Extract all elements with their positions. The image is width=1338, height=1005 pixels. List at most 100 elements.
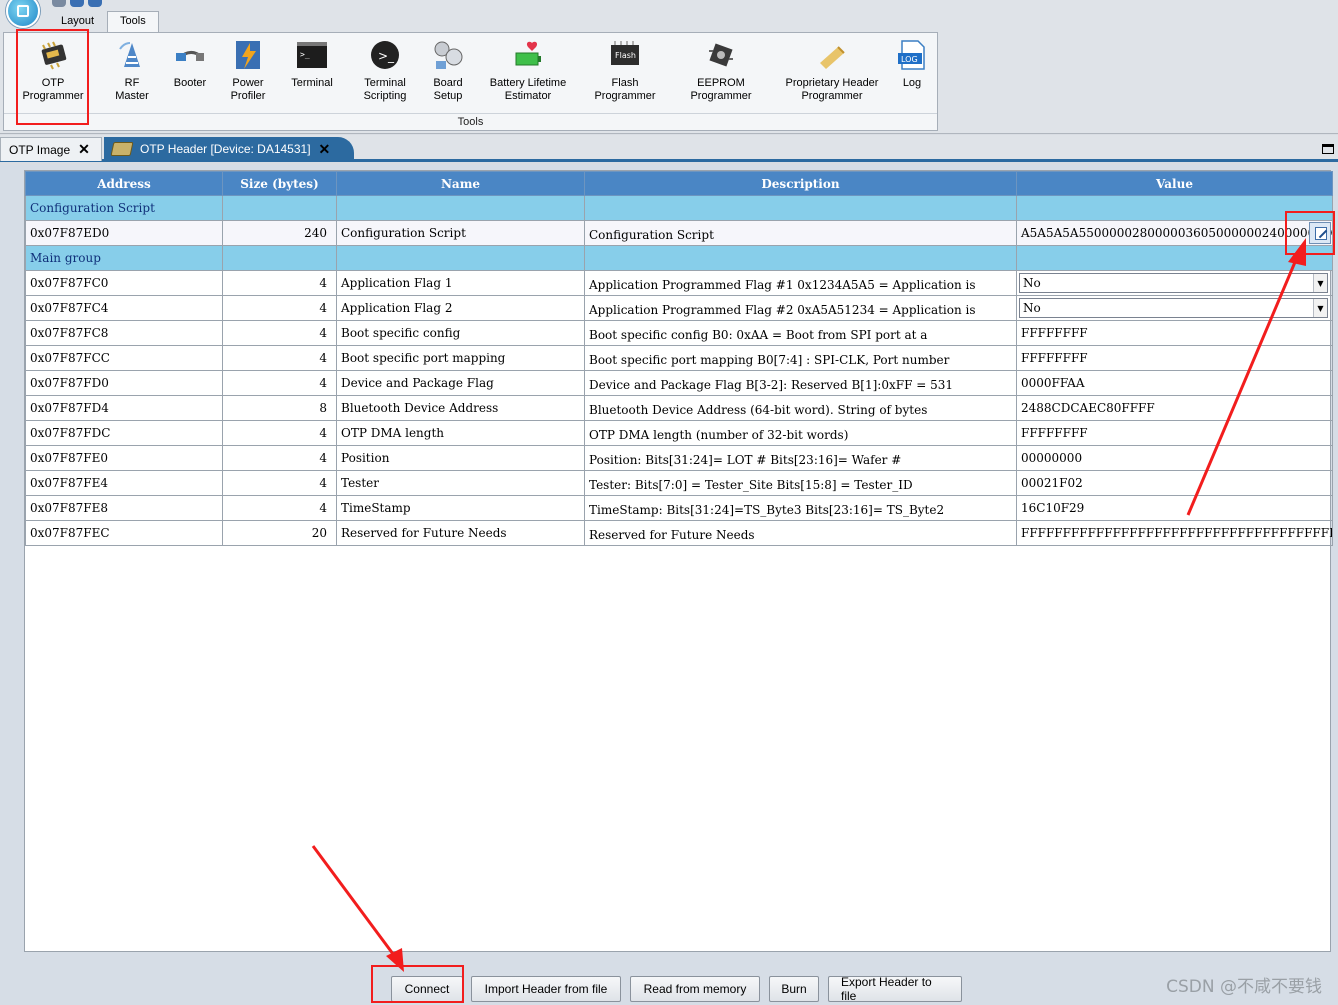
value-cell[interactable]: 2488CDCAEC80FFFF — [1016, 395, 1333, 421]
otp-header-table-container: Address Size (bytes) Name Description Va… — [24, 170, 1333, 952]
tool-label: Estimator — [504, 90, 552, 102]
ribbon-group-caption: Tools — [457, 116, 484, 128]
table-row[interactable]: 0x07F87FDC 4 OTP DMA length OTP DMA length … — [25, 420, 1333, 446]
terminal-scripting-button[interactable]: >_ Terminal Scripting — [356, 39, 414, 103]
column-header-value[interactable]: Value — [1016, 171, 1333, 196]
tool-label: Booter — [173, 77, 207, 89]
tool-label: Master — [115, 90, 149, 102]
board-setup-button[interactable]: Board Setup — [428, 39, 468, 103]
tool-label: Flash — [611, 77, 639, 89]
table-row[interactable]: 0x07F87FC8 4 Boot specific config Boot spec… — [25, 320, 1333, 346]
value-cell[interactable]: No ▼ — [1016, 295, 1333, 321]
column-header-name[interactable]: Name — [336, 171, 585, 196]
address-cell: 0x07F87FC8 — [25, 320, 223, 346]
size-cell: 20 — [222, 520, 337, 546]
value-cell[interactable]: 00000000 — [1016, 445, 1333, 471]
value-cell[interactable]: FFFFFFFF — [1016, 320, 1333, 346]
table-row[interactable]: 0x07F87FD0 4 Device and Package Flag Device… — [25, 370, 1333, 396]
tool-label: Terminal — [364, 77, 406, 89]
tab-otp-header[interactable]: OTP Header [Device: DA14531] ✕ — [104, 137, 354, 161]
flash-chip-icon: Flash — [609, 39, 641, 71]
value-cell[interactable]: No ▼ — [1016, 270, 1333, 296]
tool-label: EEPROM — [697, 77, 745, 89]
table-row[interactable]: 0x07F87FD4 8 Bluetooth Device Address Bluet… — [25, 395, 1333, 421]
close-icon[interactable]: ✕ — [78, 141, 90, 158]
group-row[interactable]: Configuration Script — [25, 195, 1333, 221]
group-row[interactable]: Main group — [25, 245, 1333, 271]
table-row[interactable]: 0x07F87FE4 4 Tester Tester: Bits[7:0] = Tes… — [25, 470, 1333, 496]
description-cell: Tester: Bits[7:0] = Tester_Site Bits[15:… — [584, 470, 1017, 496]
name-cell: Reserved for Future Needs — [336, 520, 585, 546]
terminal-button[interactable]: >_ Terminal — [289, 39, 335, 90]
name-cell: Position — [336, 445, 585, 471]
export-header-button[interactable]: Export Header to file — [828, 975, 962, 1003]
flash-programmer-button[interactable]: Flash Flash Programmer — [592, 39, 658, 103]
svg-text:>_: >_ — [378, 49, 395, 63]
value-cell[interactable]: FFFFFFFF — [1016, 345, 1333, 371]
tool-label: Log — [902, 77, 922, 89]
table-row[interactable]: 0x07F87FEC 20 Reserved for Future Needs Res… — [25, 520, 1333, 546]
read-from-memory-button[interactable]: Read from memory — [630, 976, 760, 1002]
value-dropdown[interactable]: No ▼ — [1019, 273, 1328, 293]
column-header-address[interactable]: Address — [25, 171, 223, 196]
description-cell: Device and Package Flag B[3-2]: Reserved… — [584, 370, 1017, 396]
table-row[interactable]: 0x07F87FC0 4 Application Flag 1 Application… — [25, 270, 1333, 296]
battery-lifetime-estimator-button[interactable]: Battery Lifetime Estimator — [486, 39, 570, 103]
address-cell: 0x07F87FE4 — [25, 470, 223, 496]
power-profiler-button[interactable]: Power Profiler — [226, 39, 270, 103]
log-icon: LOG — [896, 39, 928, 71]
table-row[interactable]: 0x07F87FE0 4 Position Position: Bits[31:24]… — [25, 445, 1333, 471]
tool-label: Setup — [433, 90, 463, 102]
address-cell: 0x07F87FEC — [25, 520, 223, 546]
save-icon[interactable] — [70, 0, 84, 7]
group-label: Configuration Script — [25, 195, 223, 221]
application-menu-orb[interactable] — [6, 0, 40, 28]
minimize-icon[interactable] — [1322, 144, 1334, 154]
log-button[interactable]: LOG Log — [896, 39, 928, 90]
tool-label: Battery Lifetime — [489, 77, 567, 89]
description-cell: TimeStamp: Bits[31:24]=TS_Byte3 Bits[23:… — [584, 495, 1017, 521]
value-cell[interactable]: 16C10F29 — [1016, 495, 1333, 521]
table-row[interactable]: 0x07F87FCC 4 Boot specific port mapping Boo… — [25, 345, 1333, 371]
table-row[interactable]: 0x07F87ED0 240 Configuration Script Configu… — [25, 220, 1333, 246]
column-header-size[interactable]: Size (bytes) — [222, 171, 337, 196]
chevron-down-icon[interactable]: ▼ — [1313, 274, 1327, 292]
value-cell[interactable]: FFFFFFFFFFFFFFFFFFFFFFFFFFFFFFFFFFFFFFFF — [1016, 520, 1333, 546]
tool-label: Terminal — [291, 77, 333, 89]
value-dropdown[interactable]: No ▼ — [1019, 298, 1328, 318]
address-cell: 0x07F87FC4 — [25, 295, 223, 321]
import-header-button[interactable]: Import Header from file — [471, 976, 621, 1002]
size-cell: 4 — [222, 370, 337, 396]
dropdown-value: No — [1023, 301, 1041, 315]
size-cell: 4 — [222, 320, 337, 346]
info-icon[interactable] — [88, 0, 102, 7]
booter-button[interactable]: Booter — [170, 39, 210, 90]
tab-otp-image[interactable]: OTP Image ✕ — [0, 137, 102, 161]
address-cell: 0x07F87FC0 — [25, 270, 223, 296]
value-cell[interactable]: FFFFFFFF — [1016, 420, 1333, 446]
size-cell: 4 — [222, 295, 337, 321]
burn-button[interactable]: Burn — [769, 976, 819, 1002]
tab-label: OTP Header [Device: DA14531] — [140, 142, 311, 156]
value-cell[interactable]: 0000FFAA — [1016, 370, 1333, 396]
name-cell: Device and Package Flag — [336, 370, 585, 396]
highlight-box-otp — [16, 29, 89, 125]
size-cell: 240 — [222, 220, 337, 246]
proprietary-header-programmer-button[interactable]: Proprietary Header Programmer — [780, 39, 884, 103]
close-icon[interactable]: ✕ — [319, 141, 331, 158]
tool-label: RF — [124, 77, 140, 89]
refresh-icon[interactable] — [52, 0, 66, 7]
rf-master-button[interactable]: RF Master — [108, 39, 156, 103]
description-cell: Bluetooth Device Address (64-bit word). … — [584, 395, 1017, 421]
table-row[interactable]: 0x07F87FC4 4 Application Flag 2 Application… — [25, 295, 1333, 321]
address-cell: 0x07F87ED0 — [25, 220, 223, 246]
table-row[interactable]: 0x07F87FE8 4 TimeStamp TimeStamp: Bits[31:2… — [25, 495, 1333, 521]
group-label: Main group — [25, 245, 223, 271]
battery-icon — [512, 39, 544, 71]
value-cell[interactable]: 00021F02 — [1016, 470, 1333, 496]
chevron-down-icon[interactable]: ▼ — [1313, 299, 1327, 317]
eeprom-programmer-button[interactable]: EEPROM Programmer — [688, 39, 754, 103]
column-header-description[interactable]: Description — [584, 171, 1017, 196]
header-icon — [816, 39, 848, 71]
tab-tools[interactable]: Tools — [107, 11, 159, 32]
